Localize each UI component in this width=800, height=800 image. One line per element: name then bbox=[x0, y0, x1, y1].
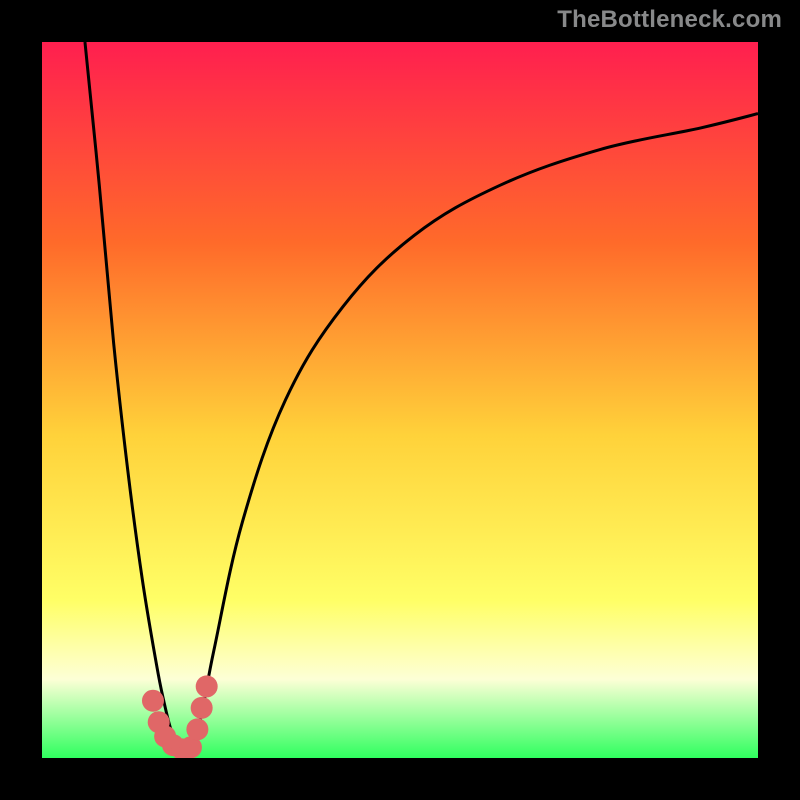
data-marker bbox=[142, 690, 164, 712]
data-marker bbox=[196, 675, 218, 697]
plot-area bbox=[42, 42, 758, 758]
data-marker bbox=[191, 697, 213, 719]
chart-svg bbox=[42, 42, 758, 758]
gradient-background bbox=[42, 42, 758, 758]
data-marker bbox=[186, 718, 208, 740]
watermark-text: TheBottleneck.com bbox=[557, 6, 782, 34]
chart-frame: TheBottleneck.com bbox=[0, 0, 800, 800]
